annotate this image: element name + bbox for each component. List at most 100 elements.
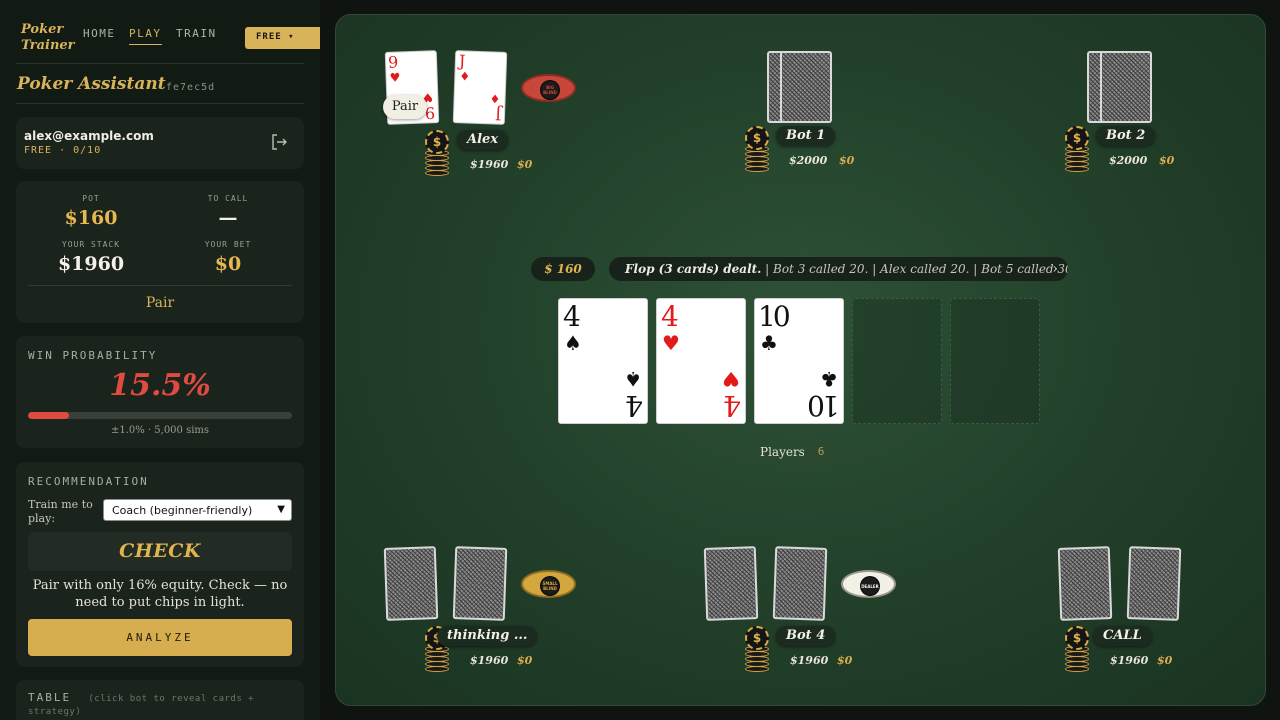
small-blind-label: SMALL BLIND bbox=[540, 576, 560, 596]
player-bet-bot5: $0 bbox=[1157, 654, 1173, 667]
plan-dropdown-button[interactable]: FREE ▾ bbox=[245, 27, 320, 49]
hand-rank: Pair bbox=[145, 295, 175, 311]
board-card-2: 4 ♥ ♥ 4 bbox=[656, 298, 746, 424]
player-bet-bot2: $0 bbox=[1159, 154, 1175, 167]
win-probability-fill bbox=[28, 412, 69, 419]
stack-value: $1960 bbox=[57, 253, 125, 275]
card-rank: 9 bbox=[387, 52, 399, 72]
win-probability-label: WIN PROBABILITY bbox=[28, 349, 158, 362]
player-bet-bot3: $0 bbox=[517, 654, 533, 667]
nav-play[interactable]: PLAY bbox=[129, 27, 162, 45]
spade-icon: ♠ bbox=[624, 367, 642, 391]
to-call-label: TO CALL bbox=[207, 194, 249, 203]
win-probability-bar bbox=[28, 412, 292, 419]
chip-stack-icon: $ bbox=[1065, 626, 1089, 672]
table-label: TABLE (click bot to reveal cards + strat… bbox=[28, 691, 304, 717]
action-log[interactable]: Flop (3 cards) dealt. | Bot 3 called 20.… bbox=[609, 257, 1068, 281]
account-email: alex@example.com bbox=[24, 129, 154, 143]
brand-logo[interactable]: Poker Trainer bbox=[21, 22, 75, 54]
club-icon: ♣ bbox=[820, 367, 838, 391]
player-name-bot5[interactable]: CALL bbox=[1093, 626, 1152, 646]
board-slot-turn bbox=[852, 298, 942, 424]
chip-stack-icon: $ bbox=[425, 130, 449, 176]
action-log-latest: Flop (3 cards) dealt. bbox=[625, 262, 762, 276]
card-back bbox=[1057, 546, 1113, 621]
logout-icon[interactable] bbox=[270, 133, 288, 151]
chevron-right-icon[interactable]: › bbox=[1052, 257, 1058, 281]
train-mode-value: Coach (beginner-friendly) bbox=[112, 504, 253, 517]
blind-text: BLIND bbox=[543, 90, 557, 95]
players-count: 6 bbox=[804, 441, 838, 463]
player-bet-bot4: $0 bbox=[837, 654, 853, 667]
card-rank: J bbox=[494, 104, 502, 124]
board-card-1: 4 ♠ ♠ 4 bbox=[558, 298, 648, 424]
player-name-bot3[interactable]: thinking ... bbox=[437, 626, 538, 646]
action-log-history: | Bot 3 called 20. | Alex called 20. | B… bbox=[761, 262, 1068, 276]
account-panel: alex@example.com FREE · 0/10 bbox=[16, 117, 304, 169]
card-back bbox=[703, 546, 759, 621]
card-back bbox=[1126, 546, 1182, 621]
sidebar: Poker Trainer HOME PLAY TRAIN FREE ▾ Pok… bbox=[0, 0, 320, 720]
blind-text: BLIND bbox=[543, 586, 557, 591]
account-plan: FREE · 0/10 bbox=[24, 145, 102, 156]
card-rank: 4 bbox=[563, 300, 581, 333]
win-probability-note: ±1.0% · 5,000 sims bbox=[110, 425, 210, 436]
chip-stack-icon: $ bbox=[1065, 126, 1089, 172]
divider bbox=[28, 285, 292, 286]
train-mode-select[interactable]: Coach (beginner-friendly) ▼ bbox=[103, 499, 292, 521]
player-stack-bot3: $1960 bbox=[470, 654, 509, 667]
bet-value: $0 bbox=[214, 253, 242, 275]
pot-display: $ 160 bbox=[531, 257, 595, 281]
dealer-label: DEALER bbox=[860, 576, 880, 596]
card-back bbox=[780, 51, 832, 123]
nav-train[interactable]: TRAIN bbox=[176, 27, 217, 44]
heart-icon: ♥ bbox=[722, 367, 740, 391]
card-back bbox=[383, 546, 439, 621]
diamond-icon: ♦ bbox=[489, 91, 501, 106]
train-mode-label: Train me to play: bbox=[28, 498, 93, 525]
table-label-text: TABLE bbox=[28, 691, 72, 704]
nav-home[interactable]: HOME bbox=[83, 27, 116, 44]
stack-label: YOUR STACK bbox=[61, 240, 121, 249]
analyze-button[interactable]: ANALYZE bbox=[28, 619, 292, 656]
small-blind-button: SMALL BLIND bbox=[521, 570, 576, 598]
player-bet-alex: $0 bbox=[517, 158, 533, 171]
hand-badge: Pair bbox=[383, 95, 427, 119]
player-stack-bot5: $1960 bbox=[1110, 654, 1149, 667]
player-name-alex[interactable]: Alex bbox=[457, 130, 509, 150]
dealer-button: DEALER bbox=[841, 570, 896, 598]
player-name-bot2[interactable]: Bot 2 bbox=[1096, 126, 1156, 146]
player-stack-bot4: $1960 bbox=[790, 654, 829, 667]
build-hash: fe7ec5d bbox=[166, 82, 216, 93]
card-back bbox=[452, 546, 508, 621]
player-bet-bot1: $0 bbox=[839, 154, 855, 167]
card-rank: 4 bbox=[661, 300, 679, 333]
pot-label: POT bbox=[82, 194, 100, 203]
heart-icon: ♥ bbox=[389, 70, 401, 85]
player-name-bot4[interactable]: Bot 4 bbox=[776, 626, 836, 646]
dollar-icon: $ bbox=[1065, 626, 1089, 650]
dollar-icon: $ bbox=[745, 626, 769, 650]
chevron-down-icon: ▼ bbox=[277, 504, 285, 515]
recommendation-advice: Pair with only 16% equity. Check — no ne… bbox=[32, 578, 288, 610]
brand-line-1: Poker bbox=[21, 22, 64, 37]
card-rank: J bbox=[458, 51, 466, 71]
card-rank: 10 bbox=[810, 389, 840, 422]
board-card-3: 10 ♣ ♣ 10 bbox=[754, 298, 844, 424]
player-name-bot1[interactable]: Bot 1 bbox=[776, 126, 836, 146]
player-stack-bot2: $2000 bbox=[1109, 154, 1148, 167]
win-probability-value: 15.5% bbox=[109, 368, 211, 403]
dealer-text: DEALER bbox=[861, 584, 879, 589]
chip-stack-icon: $ bbox=[745, 626, 769, 672]
club-icon: ♣ bbox=[760, 331, 778, 355]
big-blind-button: BIG BLIND bbox=[521, 74, 576, 102]
recommended-action: CHECK bbox=[28, 532, 292, 571]
card-back bbox=[772, 546, 828, 621]
brand-line-2: Trainer bbox=[21, 38, 75, 53]
diamond-icon: ♦ bbox=[459, 69, 471, 84]
card-rank: 10 bbox=[758, 300, 791, 333]
recommendation-label: RECOMMENDATION bbox=[28, 475, 149, 488]
recommendation-panel: RECOMMENDATION Train me to play: Coach (… bbox=[16, 462, 304, 667]
chip-stack-icon: $ bbox=[745, 126, 769, 172]
hero-card-2: J ♦ ♦ J bbox=[452, 50, 508, 125]
